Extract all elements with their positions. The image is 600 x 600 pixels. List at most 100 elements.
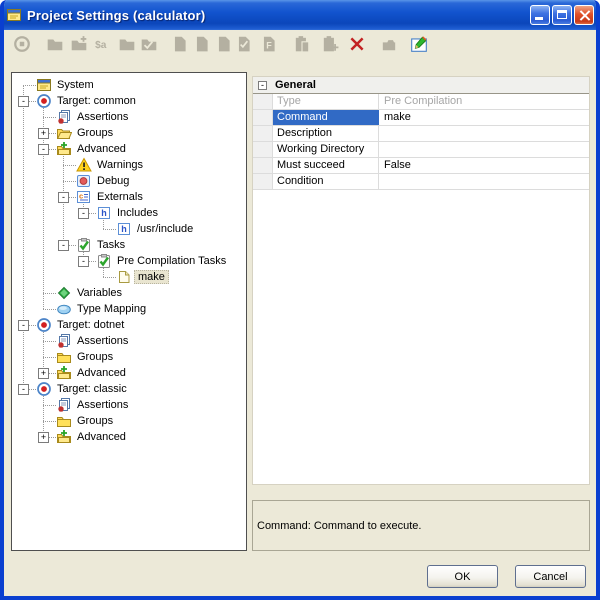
- collapse-toggle[interactable]: -: [78, 208, 89, 219]
- toolbar-edit-button[interactable]: [407, 33, 431, 57]
- collapse-toggle[interactable]: -: [18, 320, 29, 331]
- tree-item-label[interactable]: Target: dotnet: [54, 318, 127, 332]
- property-label[interactable]: Must succeed: [273, 158, 379, 173]
- tree-item-label[interactable]: Advanced: [74, 430, 129, 444]
- tree-item-label[interactable]: Groups: [74, 126, 116, 140]
- tree-connector: [103, 277, 116, 278]
- tree-item-label[interactable]: Assertions: [74, 398, 131, 412]
- toolbar-record-button: [10, 33, 34, 57]
- property-row-command[interactable]: Commandmake: [253, 110, 589, 126]
- toolbar-delete-button[interactable]: [345, 33, 369, 57]
- tree-item-label[interactable]: Groups: [74, 414, 116, 428]
- tree-item-label[interactable]: Includes: [114, 206, 161, 220]
- property-label[interactable]: Type: [273, 94, 379, 109]
- property-value[interactable]: [379, 174, 589, 189]
- collapse-toggle[interactable]: -: [58, 192, 69, 203]
- tree-item-label[interactable]: Type Mapping: [74, 302, 149, 316]
- edit-icon: [410, 35, 428, 56]
- toolbar-doc-button: [168, 33, 192, 57]
- tree-item-label[interactable]: Advanced: [74, 142, 129, 156]
- property-value[interactable]: [379, 142, 589, 157]
- toolbar-folder-button: [43, 33, 67, 57]
- tree-item-label[interactable]: make: [134, 270, 169, 284]
- tree-connector: [43, 341, 56, 342]
- tree-item-label[interactable]: Variables: [74, 286, 125, 300]
- tree-item-warnings[interactable]: Warnings: [12, 157, 246, 173]
- property-row-description[interactable]: Description: [253, 126, 589, 142]
- svg-text:F: F: [266, 40, 272, 50]
- tree-item-label[interactable]: Groups: [74, 350, 116, 364]
- close-icon: [578, 9, 591, 22]
- tree-item-target-common[interactable]: - Target: common: [12, 93, 246, 109]
- property-value[interactable]: [379, 126, 589, 141]
- tree-item-externals[interactable]: -cExternals: [12, 189, 246, 205]
- tree-item-advanced[interactable]: + Advanced: [12, 365, 246, 381]
- collapse-category-button[interactable]: -: [258, 81, 267, 90]
- tree-item-system[interactable]: System: [12, 77, 246, 93]
- folder-icon: [46, 35, 64, 56]
- property-label[interactable]: Condition: [273, 174, 379, 189]
- delete-icon: [348, 35, 366, 56]
- tree-item-make[interactable]: make: [12, 269, 246, 285]
- tree-item-includes[interactable]: - h Includes: [12, 205, 246, 221]
- expand-toggle[interactable]: +: [38, 368, 49, 379]
- tree-item-assertions[interactable]: Assertions: [12, 109, 246, 125]
- tree-item-pre-compilation-tasks[interactable]: - Pre Compilation Tasks: [12, 253, 246, 269]
- tree-item-label[interactable]: Tasks: [94, 238, 128, 252]
- tree-item-usr-include[interactable]: h/usr/include: [12, 221, 246, 237]
- tree-item-groups[interactable]: + Groups: [12, 125, 246, 141]
- tree-item-label[interactable]: Target: classic: [54, 382, 130, 396]
- collapse-toggle[interactable]: -: [58, 240, 69, 251]
- expand-toggle[interactable]: +: [38, 128, 49, 139]
- cancel-button[interactable]: Cancel: [515, 565, 586, 588]
- tree-item-label[interactable]: Assertions: [74, 110, 131, 124]
- property-row-working-directory[interactable]: Working Directory: [253, 142, 589, 158]
- doc-icon: [193, 35, 211, 56]
- property-value[interactable]: Pre Compilation: [379, 94, 589, 109]
- minimize-button[interactable]: [530, 5, 550, 25]
- tree-item-label[interactable]: Warnings: [94, 158, 146, 172]
- tree-item-type-mapping[interactable]: Type Mapping: [12, 301, 246, 317]
- property-row-type[interactable]: TypePre Compilation: [253, 94, 589, 110]
- property-label[interactable]: Working Directory: [273, 142, 379, 157]
- tree-item-target-classic[interactable]: - Target: classic: [12, 381, 246, 397]
- ok-button[interactable]: OK: [427, 565, 498, 588]
- tree-item-assertions[interactable]: Assertions: [12, 397, 246, 413]
- svg-text:h: h: [101, 208, 107, 218]
- collapse-toggle[interactable]: -: [18, 384, 29, 395]
- collapse-toggle[interactable]: -: [18, 96, 29, 107]
- tree-item-label[interactable]: System: [54, 78, 97, 92]
- folder-closed-icon: [56, 413, 72, 429]
- tree-item-label[interactable]: Assertions: [74, 334, 131, 348]
- tree-item-debug[interactable]: Debug: [12, 173, 246, 189]
- tree-item-label[interactable]: Pre Compilation Tasks: [114, 254, 229, 268]
- toolbar-doc-button: [190, 33, 214, 57]
- tree-item-target-dotnet[interactable]: - Target: dotnet: [12, 317, 246, 333]
- collapse-toggle[interactable]: -: [38, 144, 49, 155]
- close-button[interactable]: [574, 5, 594, 25]
- tree-connector: [63, 165, 76, 166]
- tree-item-tasks[interactable]: - Tasks: [12, 237, 246, 253]
- tree-item-advanced[interactable]: - Advanced: [12, 141, 246, 157]
- property-row-condition[interactable]: Condition: [253, 174, 589, 190]
- tree-item-label[interactable]: Advanced: [74, 366, 129, 380]
- property-value[interactable]: make: [379, 110, 589, 125]
- tree-item-advanced[interactable]: + Advanced: [12, 429, 246, 445]
- collapse-toggle[interactable]: -: [78, 256, 89, 267]
- tree-item-groups[interactable]: Groups: [12, 349, 246, 365]
- property-value[interactable]: False: [379, 158, 589, 173]
- tree-item-variables[interactable]: Variables: [12, 285, 246, 301]
- tree-item-label[interactable]: Debug: [94, 174, 132, 188]
- page-icon: [116, 269, 132, 285]
- folder-add-icon: [70, 35, 88, 56]
- maximize-button[interactable]: [552, 5, 572, 25]
- tree-item-label[interactable]: Externals: [94, 190, 146, 204]
- property-row-must-succeed[interactable]: Must succeedFalse: [253, 158, 589, 174]
- expand-toggle[interactable]: +: [38, 432, 49, 443]
- tree-item-groups[interactable]: Groups: [12, 413, 246, 429]
- tree-item-label[interactable]: Target: common: [54, 94, 139, 108]
- property-label[interactable]: Command: [273, 110, 379, 125]
- tree-item-label[interactable]: /usr/include: [134, 222, 196, 236]
- property-label[interactable]: Description: [273, 126, 379, 141]
- tree-item-assertions[interactable]: Assertions: [12, 333, 246, 349]
